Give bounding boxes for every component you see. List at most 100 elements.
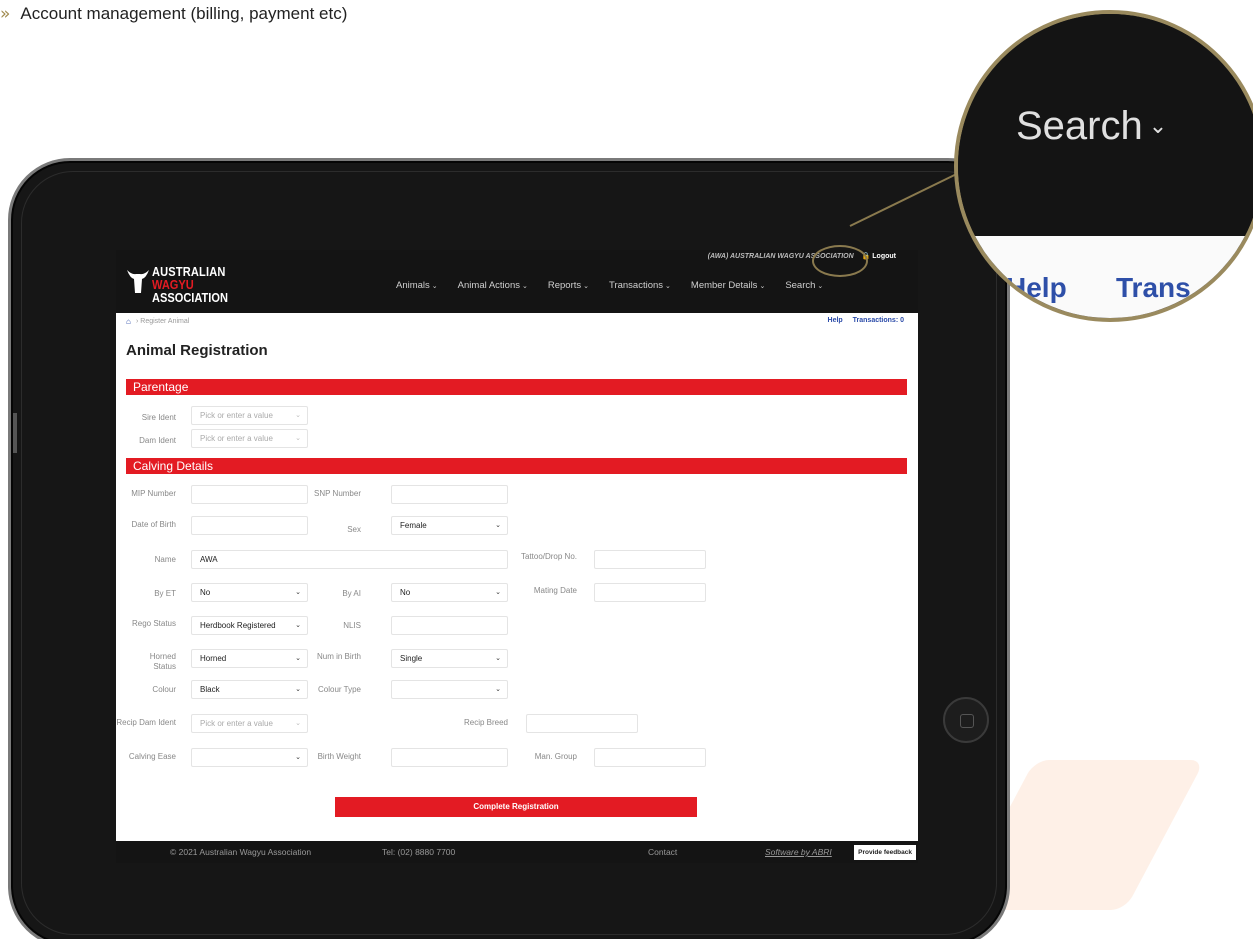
recip-breed-input[interactable]: [526, 714, 638, 733]
chevron-down-icon: ⌄: [817, 283, 824, 290]
nav-search-label: Search: [785, 280, 816, 291]
rego-status-select[interactable]: Herdbook Registered ⌄: [191, 616, 308, 635]
sex-value: Female: [400, 521, 427, 530]
complete-registration-button[interactable]: Complete Registration: [335, 797, 697, 817]
by-et-select[interactable]: No ⌄: [191, 583, 308, 602]
help-link[interactable]: Help: [828, 317, 843, 324]
dam-ident-placeholder: Pick or enter a value: [200, 434, 273, 443]
man-group-input[interactable]: [594, 748, 706, 767]
nav-animal-actions-label: Animal Actions: [457, 280, 520, 291]
chevron-down-icon: ⌄: [295, 589, 301, 596]
chevron-down-icon: ⌄: [521, 283, 528, 290]
tablet-screen: (AWA) AUSTRALIAN WAGYU ASSOCIATION 🔒 Log…: [116, 250, 918, 863]
footer-tel: Tel: (02) 8880 7700: [382, 847, 456, 857]
footer: © 2021 Australian Wagyu Association Tel:…: [116, 841, 918, 863]
sire-ident-select[interactable]: Pick or enter a value ⌄: [191, 406, 308, 425]
calving-ease-label: Calving Ease: [128, 752, 176, 761]
footer-contact-link[interactable]: Contact: [648, 847, 677, 857]
by-ai-select[interactable]: No ⌄: [391, 583, 508, 602]
num-in-birth-select[interactable]: Single ⌄: [391, 649, 508, 668]
snp-number-input[interactable]: [391, 485, 508, 504]
nav-animals[interactable]: Animals ⌄: [396, 280, 438, 291]
birth-weight-label: Birth Weight: [317, 752, 361, 761]
chevron-down-icon: ⌄: [495, 522, 501, 529]
horned-status-value: Horned: [200, 654, 227, 663]
breadcrumb-current: › Register Animal: [136, 318, 190, 325]
zoom-callout: Search ⌄ Help Trans: [954, 10, 1253, 322]
calving-ease-select[interactable]: ⌄: [191, 748, 308, 767]
name-label: Name: [154, 555, 176, 564]
num-in-birth-label: Num in Birth: [316, 652, 361, 661]
chevron-down-icon: ⌄: [295, 412, 301, 419]
nav-transactions[interactable]: Transactions ⌄: [609, 280, 671, 291]
chevron-down-icon: ⌄: [1148, 113, 1168, 138]
chevron-down-icon: ⌄: [665, 283, 671, 290]
footer-software-link[interactable]: Software by ABRI: [765, 847, 832, 857]
nav-search[interactable]: Search ⌄: [785, 280, 823, 291]
recip-dam-ident-select[interactable]: Pick or enter a value ⌄: [191, 714, 308, 733]
callout-ring: [812, 245, 868, 277]
header-links: Help Transactions: 0: [820, 317, 904, 324]
horned-status-label: Horned Status: [149, 652, 176, 671]
dam-ident-select[interactable]: Pick or enter a value ⌄: [191, 429, 308, 448]
nav-reports[interactable]: Reports ⌄: [548, 280, 589, 291]
nav-animal-actions[interactable]: Animal Actions ⌄: [458, 280, 528, 291]
section-parentage: Parentage: [126, 379, 907, 395]
main-nav: Animals ⌄ Animal Actions ⌄ Reports ⌄ Transa…: [396, 280, 823, 291]
section-calving-details: Calving Details: [126, 458, 907, 474]
tablet-side-button: [13, 413, 17, 453]
nlis-input[interactable]: [391, 616, 508, 635]
chevron-down-icon: ⌄: [759, 283, 766, 290]
colour-select[interactable]: Black ⌄: [191, 680, 308, 699]
tattoo-drop-input[interactable]: [594, 550, 706, 569]
nav-member-details[interactable]: Member Details ⌄: [691, 280, 765, 291]
recip-breed-label: Recip Breed: [463, 718, 508, 727]
nav-transactions-label: Transactions: [609, 280, 664, 291]
footer-copyright: © 2021 Australian Wagyu Association: [170, 847, 312, 857]
chevron-down-icon: ⌄: [295, 754, 301, 761]
recip-dam-ident-label: Recip Dam Ident: [116, 718, 176, 727]
logout-label: Logout: [872, 253, 896, 260]
zoom-trans: Trans: [1116, 272, 1191, 303]
colour-label: Colour: [152, 685, 176, 694]
sex-label: Sex: [347, 525, 361, 534]
awa-logo[interactable]: AUSTRALIAN WAGYU ASSOCIATION: [126, 262, 246, 308]
snp-number-label: SNP Number: [314, 489, 361, 498]
bull-head-icon: [127, 270, 149, 293]
chevron-down-icon: ⌄: [295, 720, 301, 727]
zoom-light-area: [958, 236, 1253, 318]
date-of-birth-input[interactable]: [191, 516, 308, 535]
rego-status-value: Herdbook Registered: [200, 621, 276, 630]
chevron-down-icon: ⌄: [495, 589, 501, 596]
by-ai-value: No: [400, 588, 411, 597]
chevron-down-icon: ⌄: [495, 686, 501, 693]
rego-status-label: Rego Status: [131, 619, 176, 628]
zoom-help: Help: [1006, 272, 1067, 303]
provide-feedback-button[interactable]: Provide feedback: [854, 845, 916, 860]
nav-reports-label: Reports: [547, 280, 582, 291]
colour-type-select[interactable]: ⌄: [391, 680, 508, 699]
birth-weight-input[interactable]: [391, 748, 508, 767]
sex-select[interactable]: Female ⌄: [391, 516, 508, 535]
logo-line-3: ASSOCIATION: [152, 290, 228, 305]
zoom-search: Search ⌄: [1016, 104, 1167, 149]
chevron-down-icon: ⌄: [295, 622, 301, 629]
dam-ident-label: Dam Ident: [139, 436, 176, 445]
man-group-label: Man. Group: [534, 752, 577, 761]
double-chevron-icon: »: [0, 4, 11, 24]
name-input[interactable]: AWA: [191, 550, 508, 569]
sire-ident-placeholder: Pick or enter a value: [200, 411, 273, 420]
chevron-down-icon: ⌄: [295, 435, 301, 442]
nlis-label: NLIS: [343, 621, 361, 630]
transactions-link[interactable]: Transactions: 0: [853, 317, 904, 324]
mating-date-input[interactable]: [594, 583, 706, 602]
breadcrumb-label: Register Animal: [140, 318, 190, 325]
chevron-down-icon: ⌄: [431, 283, 438, 290]
mip-number-label: MIP Number: [131, 489, 176, 498]
mip-number-input[interactable]: [191, 485, 308, 504]
date-of-birth-label: Date of Birth: [131, 520, 176, 529]
horned-status-select[interactable]: Horned ⌄: [191, 649, 308, 668]
home-icon[interactable]: ⌂: [126, 317, 131, 326]
chevron-down-icon: ⌄: [495, 655, 501, 662]
zoom-search-label: Search: [1016, 104, 1143, 148]
